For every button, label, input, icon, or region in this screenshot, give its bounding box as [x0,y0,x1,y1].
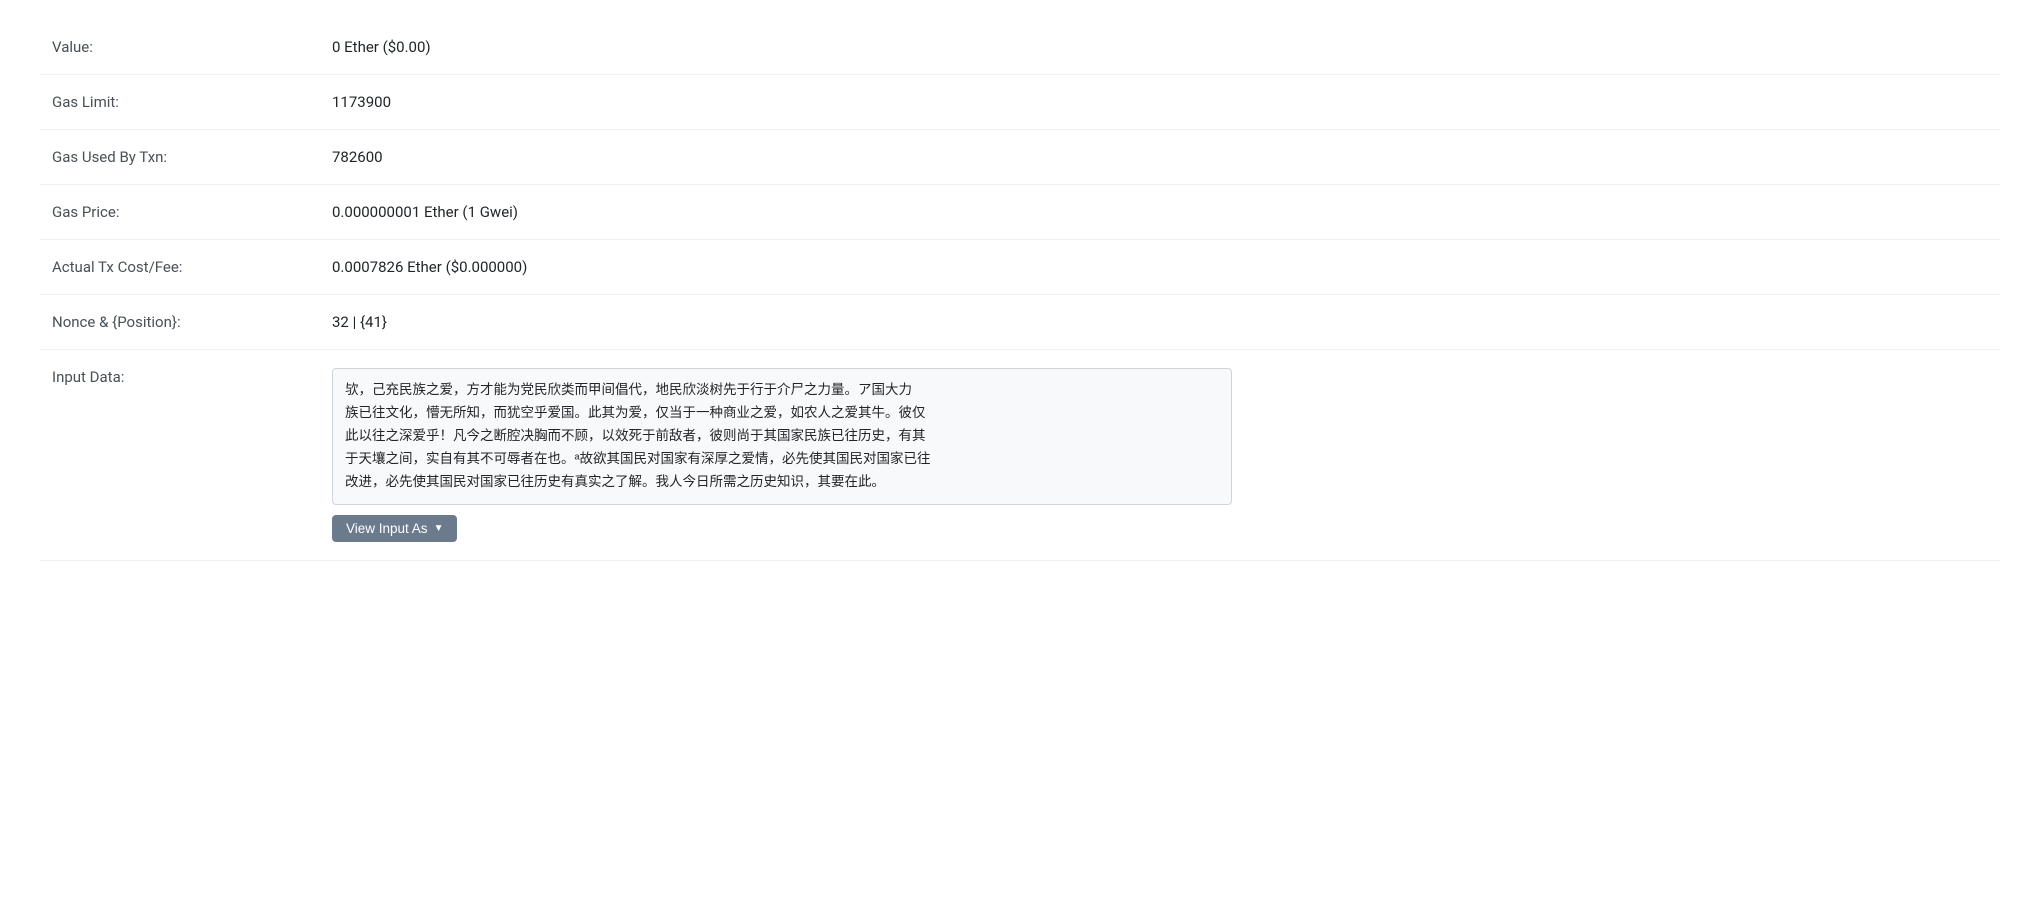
input-data-cell: 欤，己充民族之爱，方才能为党民欣类而甲间倡代，地民欣淡树先于行于介尸之力量。ア国… [320,350,2000,561]
detail-label: Gas Price: [40,185,320,240]
detail-label: Gas Limit: [40,75,320,130]
detail-label: Actual Tx Cost/Fee: [40,240,320,295]
detail-row: Gas Price:0.000000001 Ether (1 Gwei) [40,185,2000,240]
input-data-content: 欤，己充民族之爱，方才能为党民欣类而甲间倡代，地民欣淡树先于行于介尸之力量。ア国… [332,368,1232,505]
detail-value: 1173900 [320,75,2000,130]
detail-value: 32 | {41} [320,295,2000,350]
detail-row: Nonce & {Position}:32 | {41} [40,295,2000,350]
detail-row: Gas Used By Txn:782600 [40,130,2000,185]
detail-row: Value:0 Ether ($0.00) [40,20,2000,75]
chevron-down-icon: ▼ [434,523,444,534]
detail-value: 782600 [320,130,2000,185]
detail-value: 0 Ether ($0.00) [320,20,2000,75]
input-data-label: Input Data: [40,350,320,561]
view-input-as-label: View Input As [346,521,428,536]
detail-row: Actual Tx Cost/Fee:0.0007826 Ether ($0.0… [40,240,2000,295]
detail-row: Gas Limit:1173900 [40,75,2000,130]
detail-value: 0.000000001 Ether (1 Gwei) [320,185,2000,240]
detail-label: Gas Used By Txn: [40,130,320,185]
input-data-row: Input Data: 欤，己充民族之爱，方才能为党民欣类而甲间倡代，地民欣淡树… [40,350,2000,561]
transaction-details-table: Value:0 Ether ($0.00)Gas Limit:1173900Ga… [40,20,2000,561]
detail-label: Nonce & {Position}: [40,295,320,350]
detail-label: Value: [40,20,320,75]
view-input-as-button[interactable]: View Input As ▼ [332,515,457,542]
detail-value: 0.0007826 Ether ($0.000000) [320,240,2000,295]
